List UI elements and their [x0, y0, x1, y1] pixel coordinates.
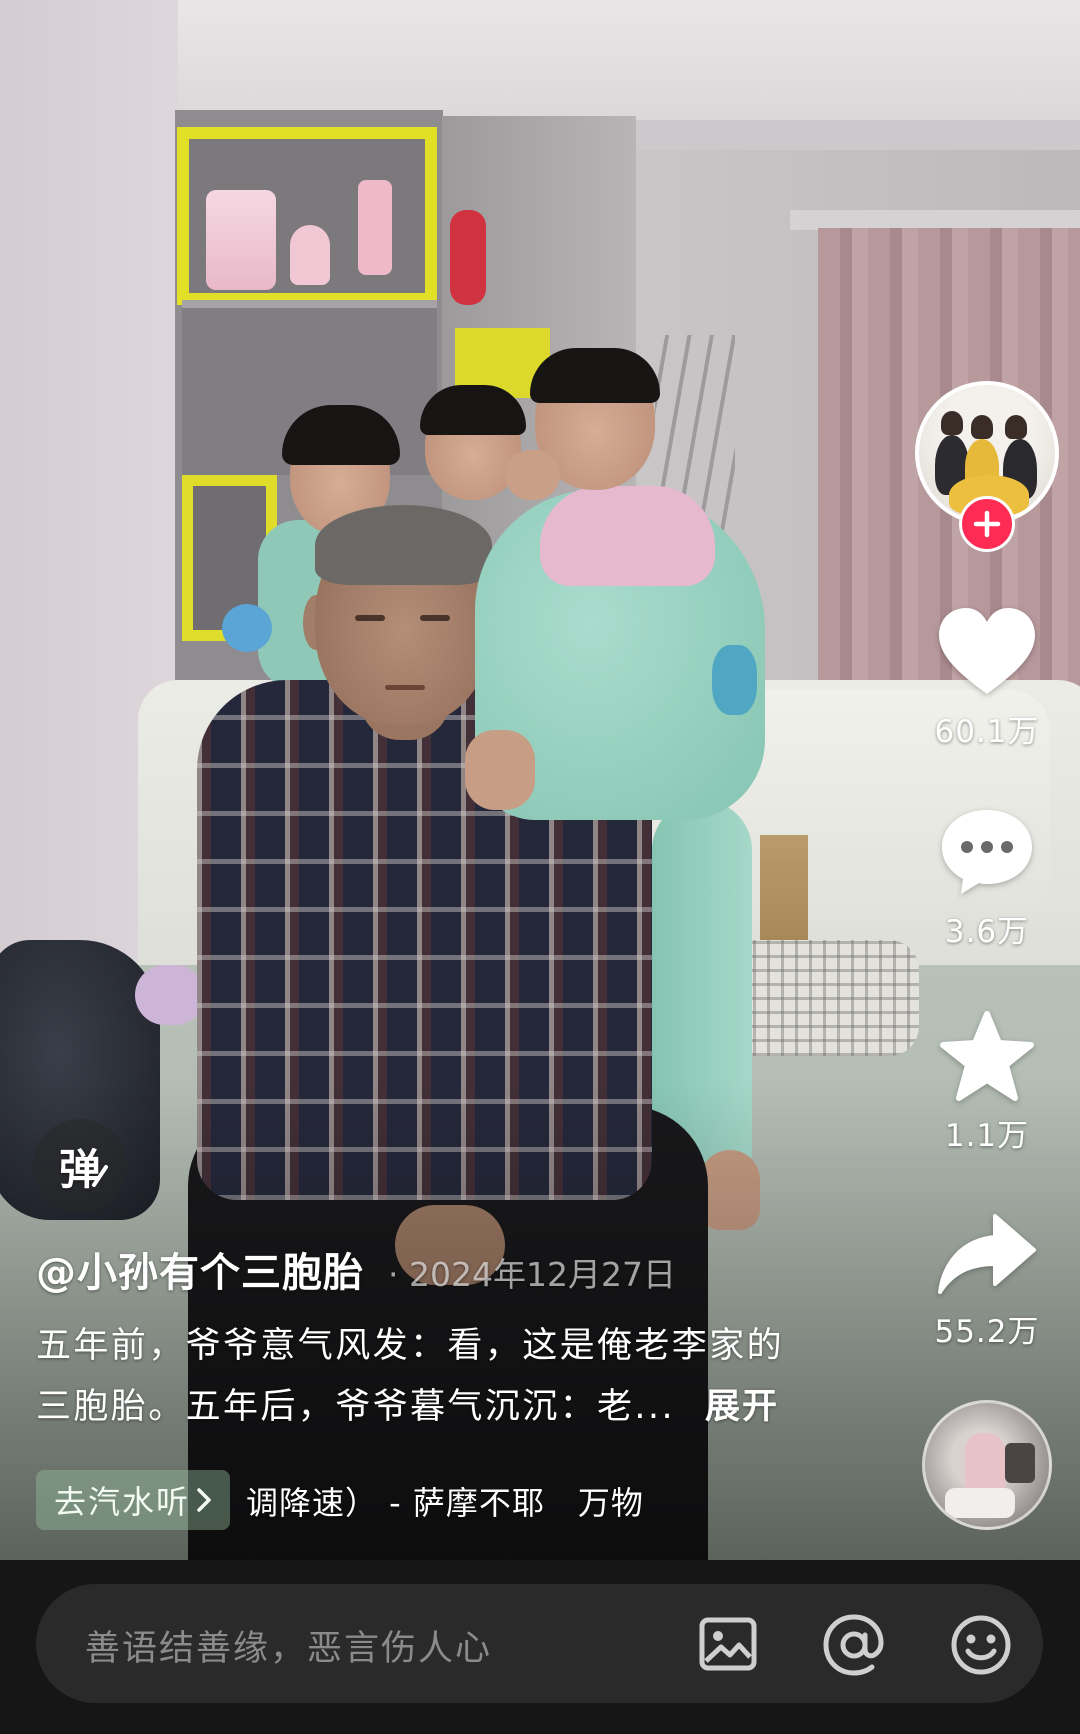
- grandfather-mouth: [385, 685, 425, 690]
- star-icon[interactable]: [939, 1010, 1035, 1104]
- child-hand: [505, 450, 560, 500]
- post-date: · 2024年12月27日: [388, 1255, 676, 1294]
- expand-description-button[interactable]: 展开: [705, 1387, 779, 1427]
- child-hand: [465, 730, 535, 810]
- image-icon[interactable]: [697, 1613, 759, 1675]
- share-arrow-icon[interactable]: [937, 1212, 1037, 1296]
- like-count: 60.1万: [934, 714, 1040, 750]
- music-chip-label: 去汽水听: [53, 1483, 190, 1521]
- child-onesie-tail: [712, 645, 757, 715]
- toy-jar: [206, 190, 276, 290]
- follow-button[interactable]: [959, 496, 1015, 552]
- plus-icon: [973, 510, 1001, 538]
- description-line-wrap: 三胞胎。五年后，爷爷暮气沉沉：老... 展开: [36, 1377, 826, 1438]
- headboard-strip: [760, 835, 808, 945]
- description-line: 五年前，爷爷意气风发：看，这是俺老李家的: [36, 1326, 785, 1366]
- toy-ball: [222, 604, 272, 652]
- author-handle-link[interactable]: @小孙有个三胞胎: [36, 1240, 364, 1298]
- red-toy: [450, 210, 486, 305]
- music-disc[interactable]: [922, 1400, 1052, 1530]
- video-description[interactable]: 五年前，爷爷意气风发：看，这是俺老李家的 三胞胎。五年后，爷爷暮气沉沉：老...…: [36, 1316, 826, 1438]
- danmu-toggle-button[interactable]: 弹: [33, 1119, 127, 1213]
- comment-bubble-icon[interactable]: [939, 806, 1035, 898]
- description-line: 三胞胎。五年后，爷爷暮气沉沉：老...: [36, 1387, 675, 1427]
- comment-count: 3.6万: [944, 914, 1030, 950]
- danmu-slash-icon: [92, 1165, 108, 1187]
- comment-input-placeholder: 善语结善缘，恶言伤人心: [85, 1629, 493, 1669]
- toy-doll: [290, 225, 330, 285]
- heart-icon[interactable]: [937, 606, 1037, 698]
- grandfather-hair: [315, 505, 492, 585]
- purple-cloth: [135, 965, 205, 1025]
- curtain-rail: [790, 210, 1080, 230]
- open-in-qishui-button[interactable]: 去汽水听: [36, 1470, 230, 1530]
- grandfather-eye: [355, 615, 385, 621]
- toy-box: [358, 180, 392, 275]
- chevron-right-icon: [197, 1488, 211, 1512]
- child-onesie-hood: [540, 486, 715, 586]
- favorite-count: 1.1万: [944, 1118, 1030, 1154]
- emoji-icon[interactable]: [949, 1613, 1013, 1677]
- share-count: 55.2万: [934, 1314, 1040, 1350]
- grandfather-eye: [420, 615, 450, 621]
- child-hair: [530, 348, 660, 403]
- author-row: @小孙有个三胞胎 · 2024年12月27日: [36, 1240, 676, 1298]
- at-mention-icon[interactable]: [822, 1613, 886, 1677]
- music-track-title[interactable]: 调降速） - 萨摩不耶 万物: [246, 1478, 644, 1524]
